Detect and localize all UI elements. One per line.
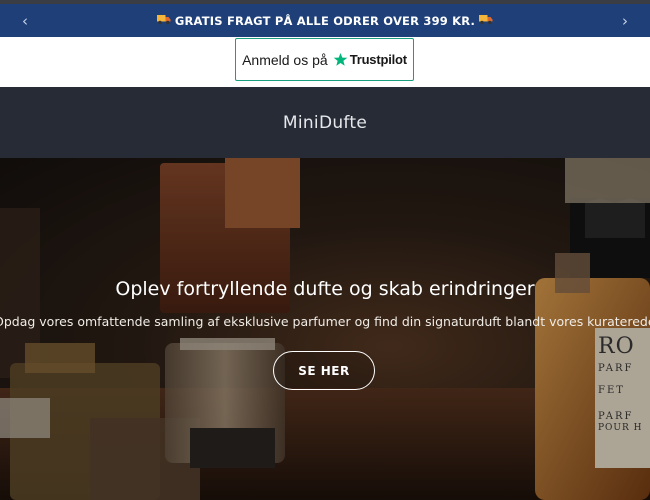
site-header: MiniDufte xyxy=(0,87,650,158)
next-announcement-button[interactable]: › xyxy=(615,11,635,31)
hero-title: Oplev fortryllende dufte og skab erindri… xyxy=(115,278,535,300)
see-here-button[interactable]: SE HER xyxy=(273,351,375,390)
announcement-bar: ‹ GRATIS FRAGT PÅ ALLE ODRER OVER 399 KR… xyxy=(0,0,650,37)
hero-subtitle: Opdag vores omfattende samling af eksklu… xyxy=(0,314,650,329)
bottle-label-line: POUR H xyxy=(598,423,643,433)
site-logo[interactable]: MiniDufte xyxy=(283,113,367,133)
trustpilot-star-icon xyxy=(333,52,347,66)
trustpilot-label: Anmeld os på xyxy=(242,51,328,68)
trustpilot-logo: Trustpilot xyxy=(333,52,407,67)
hero-dim-overlay xyxy=(0,158,650,500)
bottle-label-line: PARF xyxy=(598,411,634,422)
trustpilot-brand: Trustpilot xyxy=(349,52,407,67)
trustpilot-strip: Anmeld os på Trustpilot xyxy=(0,37,650,87)
bottle-label-line: PARF xyxy=(598,363,634,374)
truck-icon xyxy=(479,14,493,28)
bottle-label: RO PARF FET PARF POUR H xyxy=(598,336,650,433)
bottle-label-line: FET xyxy=(598,385,625,396)
chevron-left-icon: ‹ xyxy=(22,12,28,30)
truck-icon xyxy=(156,14,171,28)
hero-banner: RO PARF FET PARF POUR H Oplev fortryllen… xyxy=(0,158,650,500)
previous-announcement-button[interactable]: ‹ xyxy=(15,11,35,31)
announcement-message: GRATIS FRAGT PÅ ALLE ODRER OVER 399 KR. xyxy=(156,13,493,28)
chevron-right-icon: › xyxy=(622,12,628,30)
trustpilot-review-button[interactable]: Anmeld os på Trustpilot xyxy=(235,38,414,81)
bottle-label-brand: RO xyxy=(598,334,635,359)
announcement-text: GRATIS FRAGT PÅ ALLE ODRER OVER 399 KR. xyxy=(174,13,476,28)
